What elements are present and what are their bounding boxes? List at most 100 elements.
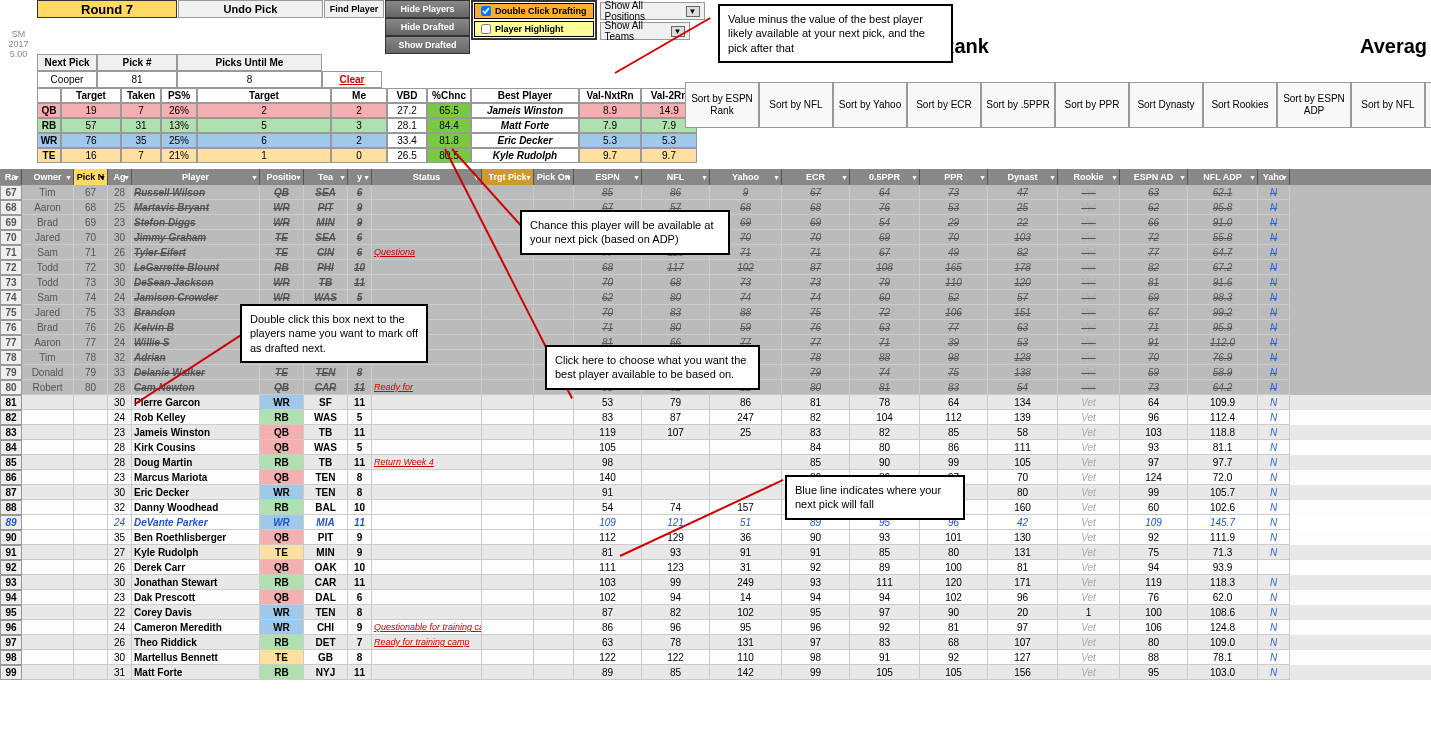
player-name-cell[interactable]: Martellus Bennett [132,650,260,665]
pick-cell[interactable] [74,605,108,620]
undo-pick-button[interactable]: Undo Pick [178,0,323,18]
player-name-cell[interactable]: Jimmy Graham [132,230,260,245]
column-header[interactable]: Yaho▼ [1258,169,1290,185]
pick-cell[interactable]: 71 [74,245,108,260]
player-name-cell[interactable]: Jameis Winston [132,425,260,440]
player-name-cell[interactable]: Delanie Walker [132,365,260,380]
pick-cell[interactable] [74,395,108,410]
column-header[interactable]: Ra▼ [0,169,22,185]
player-name-cell[interactable]: LeGarrette Blount [132,260,260,275]
filter-icon[interactable]: ▼ [295,174,302,181]
sort-button[interactable]: Sort by ECR [907,82,981,128]
pick-cell[interactable] [74,560,108,575]
player-name-cell[interactable]: Marcus Mariota [132,470,260,485]
player-name-cell[interactable]: DeSean Jackson [132,275,260,290]
pick-cell[interactable] [74,590,108,605]
player-highlight-checkbox[interactable]: Player Highlight [474,21,594,37]
filter-icon[interactable]: ▼ [633,174,640,181]
filter-icon[interactable]: ▼ [701,174,708,181]
pick-cell[interactable] [74,455,108,470]
filter-icon[interactable]: ▼ [339,174,346,181]
pick-cell[interactable] [74,620,108,635]
pick-cell[interactable]: 68 [74,200,108,215]
sort-button[interactable]: Sort by NFL [759,82,833,128]
player-name-cell[interactable]: Dak Prescott [132,590,260,605]
player-name-cell[interactable]: Pierre Garcon [132,395,260,410]
player-name-cell[interactable]: Corey Davis [132,605,260,620]
filter-icon[interactable]: ▼ [13,174,20,181]
column-header[interactable]: ECR▼ [782,169,850,185]
column-header[interactable]: Rookie▼ [1058,169,1120,185]
player-name-cell[interactable]: DeVante Parker [132,515,260,530]
player-name-cell[interactable]: Russell Wilson [132,185,260,200]
pick-cell[interactable]: 69 [74,215,108,230]
column-header[interactable]: NFL▼ [642,169,710,185]
player-name-cell[interactable]: Theo Riddick [132,635,260,650]
column-header[interactable]: NFL ADP▼ [1188,169,1258,185]
column-header[interactable]: Pick N▼ [74,169,108,185]
column-header[interactable]: Ag▼ [108,169,132,185]
sort-button[interactable]: Sort by ESPN ADP [1277,82,1351,128]
sort-button[interactable]: Sor Yah [1425,82,1431,128]
column-header[interactable]: Status▼ [372,169,482,185]
hide-drafted-button[interactable]: Hide Drafted [385,18,470,36]
sort-button[interactable]: Sort Rookies [1203,82,1277,128]
column-header[interactable]: ESPN▼ [574,169,642,185]
filter-icon[interactable]: ▼ [99,174,106,181]
sort-button[interactable]: Sort by ESPN Rank [685,82,759,128]
pick-cell[interactable] [74,485,108,500]
filter-icon[interactable]: ▼ [1249,174,1256,181]
pick-cell[interactable]: 70 [74,230,108,245]
filter-icon[interactable]: ▼ [1281,174,1288,181]
pick-cell[interactable] [74,665,108,680]
show-drafted-button[interactable]: Show Drafted [385,36,470,54]
filter-icon[interactable]: ▼ [841,174,848,181]
player-name-cell[interactable]: Stefon Diggs [132,215,260,230]
column-header[interactable]: Player▼ [132,169,260,185]
show-positions-dropdown[interactable]: Show All Positions ▼ [600,2,705,20]
pick-cell[interactable]: 77 [74,335,108,350]
pick-cell[interactable] [74,575,108,590]
player-name-cell[interactable]: Matt Forte [132,665,260,680]
filter-icon[interactable]: ▼ [565,174,572,181]
filter-icon[interactable]: ▼ [1049,174,1056,181]
pick-cell[interactable] [74,410,108,425]
column-header[interactable]: Pick On▼ [534,169,574,185]
player-name-cell[interactable]: Derek Carr [132,560,260,575]
column-header[interactable]: Positio▼ [260,169,304,185]
pick-cell[interactable] [74,515,108,530]
player-name-cell[interactable]: Kirk Cousins [132,440,260,455]
pick-cell[interactable]: 80 [74,380,108,395]
filter-icon[interactable]: ▼ [979,174,986,181]
pick-cell[interactable]: 76 [74,320,108,335]
find-player-button[interactable]: Find Player [324,0,384,18]
pick-cell[interactable]: 72 [74,260,108,275]
column-header[interactable]: Dynast▼ [988,169,1058,185]
player-name-cell[interactable]: Cameron Meredith [132,620,260,635]
sort-button[interactable]: Sort by NFL [1351,82,1425,128]
column-header[interactable]: ESPN AD▼ [1120,169,1188,185]
clear-link[interactable]: Clear [339,74,364,85]
pick-cell[interactable]: 73 [74,275,108,290]
filter-icon[interactable]: ▼ [911,174,918,181]
pick-cell[interactable] [74,425,108,440]
pick-cell[interactable] [74,650,108,665]
filter-icon[interactable]: ▼ [1111,174,1118,181]
pick-cell[interactable] [74,530,108,545]
pick-cell[interactable] [74,470,108,485]
player-name-cell[interactable]: Tyler Eifert [132,245,260,260]
filter-icon[interactable]: ▼ [123,174,130,181]
column-header[interactable]: Tea▼ [304,169,348,185]
player-name-cell[interactable]: Doug Martin [132,455,260,470]
filter-icon[interactable]: ▼ [525,174,532,181]
sort-button[interactable]: Sort by PPR [1055,82,1129,128]
pick-cell[interactable] [74,545,108,560]
column-header[interactable]: y▼ [348,169,372,185]
player-name-cell[interactable]: Eric Decker [132,485,260,500]
filter-icon[interactable]: ▼ [65,174,72,181]
pick-cell[interactable]: 78 [74,350,108,365]
column-header[interactable]: PPR▼ [920,169,988,185]
sort-button[interactable]: Sort Dynasty [1129,82,1203,128]
column-header[interactable]: Yahoo▼ [710,169,782,185]
filter-icon[interactable]: ▼ [363,174,370,181]
